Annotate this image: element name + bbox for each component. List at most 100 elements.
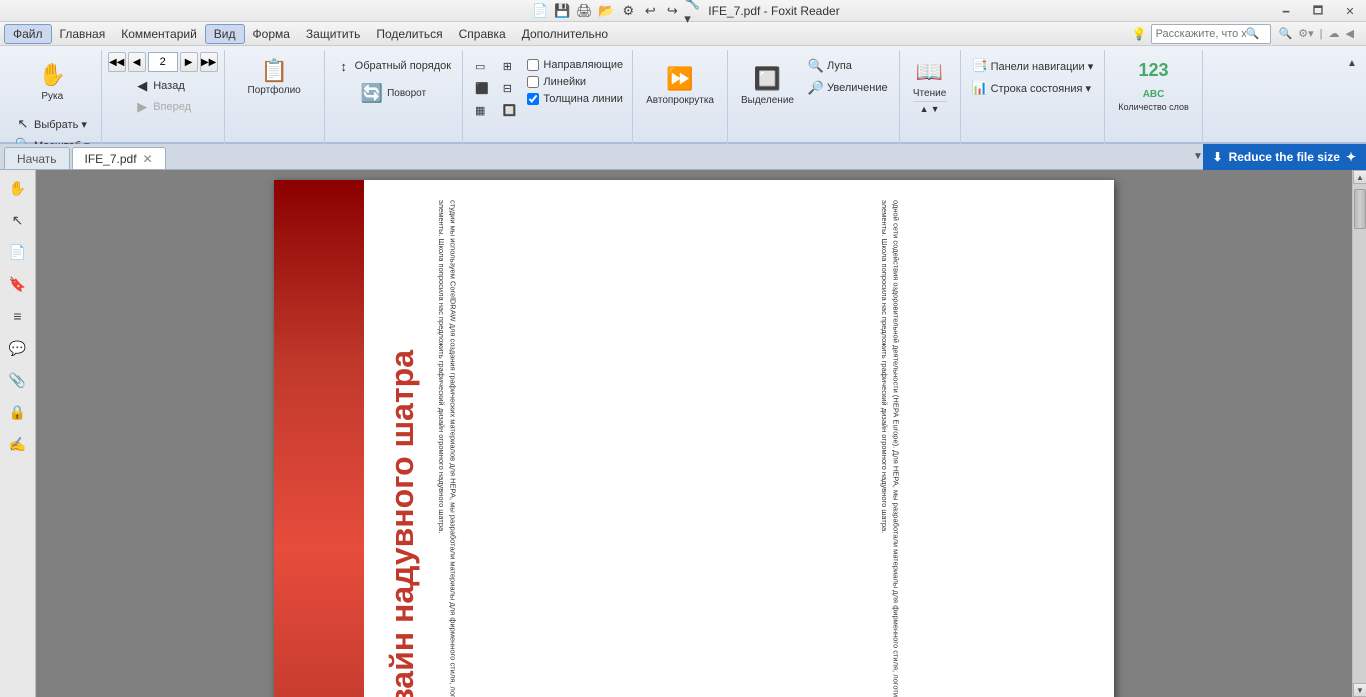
pdf-col-2-text: одной сети содействия оздоровительной де… <box>879 200 902 697</box>
pdf-col-1: студии мы используем CorelDRAW для созда… <box>436 200 867 697</box>
tool-sign[interactable]: ✍ <box>4 430 32 458</box>
page-number-input[interactable] <box>148 52 178 72</box>
pdf-col-1-text: студии мы используем CorelDRAW для созда… <box>436 200 459 697</box>
wordcount-label: Количество слов <box>1118 102 1188 112</box>
tool-layers[interactable]: ≡ <box>4 302 32 330</box>
rotate-btn[interactable]: 🔄 Поворот <box>331 79 456 108</box>
rotate-icon: 🔄 <box>361 83 383 104</box>
rulers-label: Линейки <box>543 76 586 88</box>
tool-attachment[interactable]: 📎 <box>4 366 32 394</box>
menu-comment[interactable]: Комментарий <box>113 24 205 44</box>
scroll-down-btn[interactable]: ▼ <box>1353 683 1366 697</box>
help-search[interactable]: 🔍 <box>1151 24 1271 44</box>
pdf-red-stripe <box>274 180 364 697</box>
rotate-label: Поворот <box>387 88 426 99</box>
zoom-in-label: Увеличение <box>827 82 888 94</box>
menu-protect[interactable]: Защитить <box>298 24 368 44</box>
window-controls: 🗕 🗖 ✕ <box>1270 0 1366 22</box>
select-btn[interactable]: ↖ Выбрать ▾ <box>10 114 95 134</box>
window-title: IFE_7.pdf - Foxit Reader <box>708 4 839 18</box>
restore-btn[interactable]: 🗖 <box>1302 0 1334 22</box>
pdf-page: Дизайн надувного шатра студии мы использ… <box>274 180 1114 697</box>
status-bar-btn[interactable]: 📊 Строка состояния ▾ <box>967 78 1099 98</box>
guides-checkbox[interactable]: Направляющие <box>525 58 625 72</box>
reduce-file-size-banner[interactable]: ⬇ Reduce the file size ✦ <box>1203 144 1366 170</box>
tool-pages[interactable]: 📄 <box>4 238 32 266</box>
autopan-btn[interactable]: ⏩ Автопрокрутка <box>639 56 721 116</box>
docview-btn[interactable]: 📋 Портфолио <box>239 52 309 102</box>
page-view-5-btn[interactable]: ⊟ <box>498 78 522 98</box>
autopan-icon: ⏩ <box>666 66 693 92</box>
menu-help[interactable]: Справка <box>451 24 514 44</box>
menu-share[interactable]: Поделиться <box>368 24 450 44</box>
panels-nav-btn[interactable]: 📑 Панели навигации ▾ <box>967 56 1099 76</box>
zoom-in-btn[interactable]: 🔎 Увеличение <box>803 78 893 98</box>
page-view-1-icon: ▭ <box>475 60 485 73</box>
page-view-4-icon: ⊞ <box>503 60 512 73</box>
tool-hand[interactable]: ✋ <box>4 174 32 202</box>
tab-start[interactable]: Начать <box>4 147 70 169</box>
reverse-order-btn[interactable]: ↕ Обратный порядок <box>331 56 456 76</box>
tab-pdf[interactable]: IFE_7.pdf ✕ <box>72 147 166 169</box>
open-btn[interactable]: 📂 <box>596 2 616 20</box>
tool-comments[interactable]: 💬 <box>4 334 32 362</box>
autopan-label: Автопрокрутка <box>646 95 714 106</box>
reading-label: Чтение <box>913 88 946 99</box>
scroll-track[interactable] <box>1353 184 1366 683</box>
wordcount-btn[interactable]: 123ABC Количество слов <box>1111 56 1195 116</box>
selection-icon: 🔲 <box>754 66 781 92</box>
minimize-btn[interactable]: 🗕 <box>1270 0 1302 22</box>
undo-btn[interactable]: ↩ <box>640 2 660 20</box>
scroll-thumb[interactable] <box>1354 189 1366 229</box>
loupe-btn[interactable]: 🔍 Лупа <box>803 56 893 76</box>
page-view-6-btn[interactable]: 🔲 <box>498 100 522 120</box>
tool-bookmarks[interactable]: 🔖 <box>4 270 32 298</box>
zoom-in-icon: 🔎 <box>808 80 824 96</box>
selection-btn[interactable]: 🔲 Выделение <box>734 56 801 116</box>
menu-home[interactable]: Главная <box>52 24 114 44</box>
print-btn[interactable]: 🖨 <box>574 2 594 20</box>
reading-btn[interactable]: 📖 Чтение ▲▼ <box>906 56 954 116</box>
select-label: Выбрать ▾ <box>34 118 87 131</box>
wordcount-icon: 123ABC <box>1139 60 1169 102</box>
page-view-3-btn[interactable]: ▦ <box>470 100 494 120</box>
scroll-up-btn[interactable]: ▲ <box>1353 170 1366 184</box>
thickness-label: Толщина линии <box>543 93 623 105</box>
page-view-2-icon: ⬛ <box>475 82 489 95</box>
pdf-vertical-title: Дизайн надувного шатра <box>384 350 421 697</box>
page-view-1-btn[interactable]: ▭ <box>470 56 494 76</box>
reduce-action-icon: ✦ <box>1346 150 1356 164</box>
hand-icon: ✋ <box>39 62 66 88</box>
tab-pdf-label: IFE_7.pdf <box>85 152 137 166</box>
hand-tool-btn[interactable]: ✋ Рука <box>28 52 76 112</box>
custom-btn[interactable]: 🔧▾ <box>684 2 704 20</box>
last-page-btn[interactable]: ▶▶ <box>200 52 218 72</box>
page-view-4-btn[interactable]: ⊞ <box>498 56 522 76</box>
help-search-input[interactable] <box>1156 28 1246 40</box>
thickness-checkbox[interactable]: Толщина линии <box>525 92 625 106</box>
save-btn[interactable]: 💾 <box>552 2 572 20</box>
menu-file[interactable]: Файл <box>4 24 52 44</box>
prev-page-btn[interactable]: ◀ <box>128 52 146 72</box>
redo-btn[interactable]: ↪ <box>662 2 682 20</box>
menu-extra[interactable]: Дополнительно <box>514 24 616 44</box>
forward-btn[interactable]: ▶ Вперед <box>129 97 196 117</box>
settings-icon[interactable]: ⚙ <box>618 2 638 20</box>
back-btn[interactable]: ◀ Назад <box>129 76 196 96</box>
first-page-btn[interactable]: ◀◀ <box>108 52 126 72</box>
reverse-icon: ↕ <box>336 58 352 74</box>
app-icon: 📄 <box>530 2 550 20</box>
ribbon-collapse-btn[interactable]: ▲ <box>1342 54 1362 72</box>
guides-label: Направляющие <box>543 59 623 71</box>
close-btn[interactable]: ✕ <box>1334 0 1366 22</box>
tab-close-btn[interactable]: ✕ <box>143 152 153 166</box>
tool-select[interactable]: ↖ <box>4 206 32 234</box>
menu-view[interactable]: Вид <box>205 24 245 44</box>
panels-nav-icon: 📑 <box>972 58 988 74</box>
tool-lock[interactable]: 🔒 <box>4 398 32 426</box>
rulers-checkbox[interactable]: Линейки <box>525 75 625 89</box>
page-view-2-btn[interactable]: ⬛ <box>470 78 494 98</box>
menu-form[interactable]: Форма <box>245 24 298 44</box>
next-page-btn[interactable]: ▶ <box>180 52 198 72</box>
reading-icon: 📖 <box>916 59 943 85</box>
